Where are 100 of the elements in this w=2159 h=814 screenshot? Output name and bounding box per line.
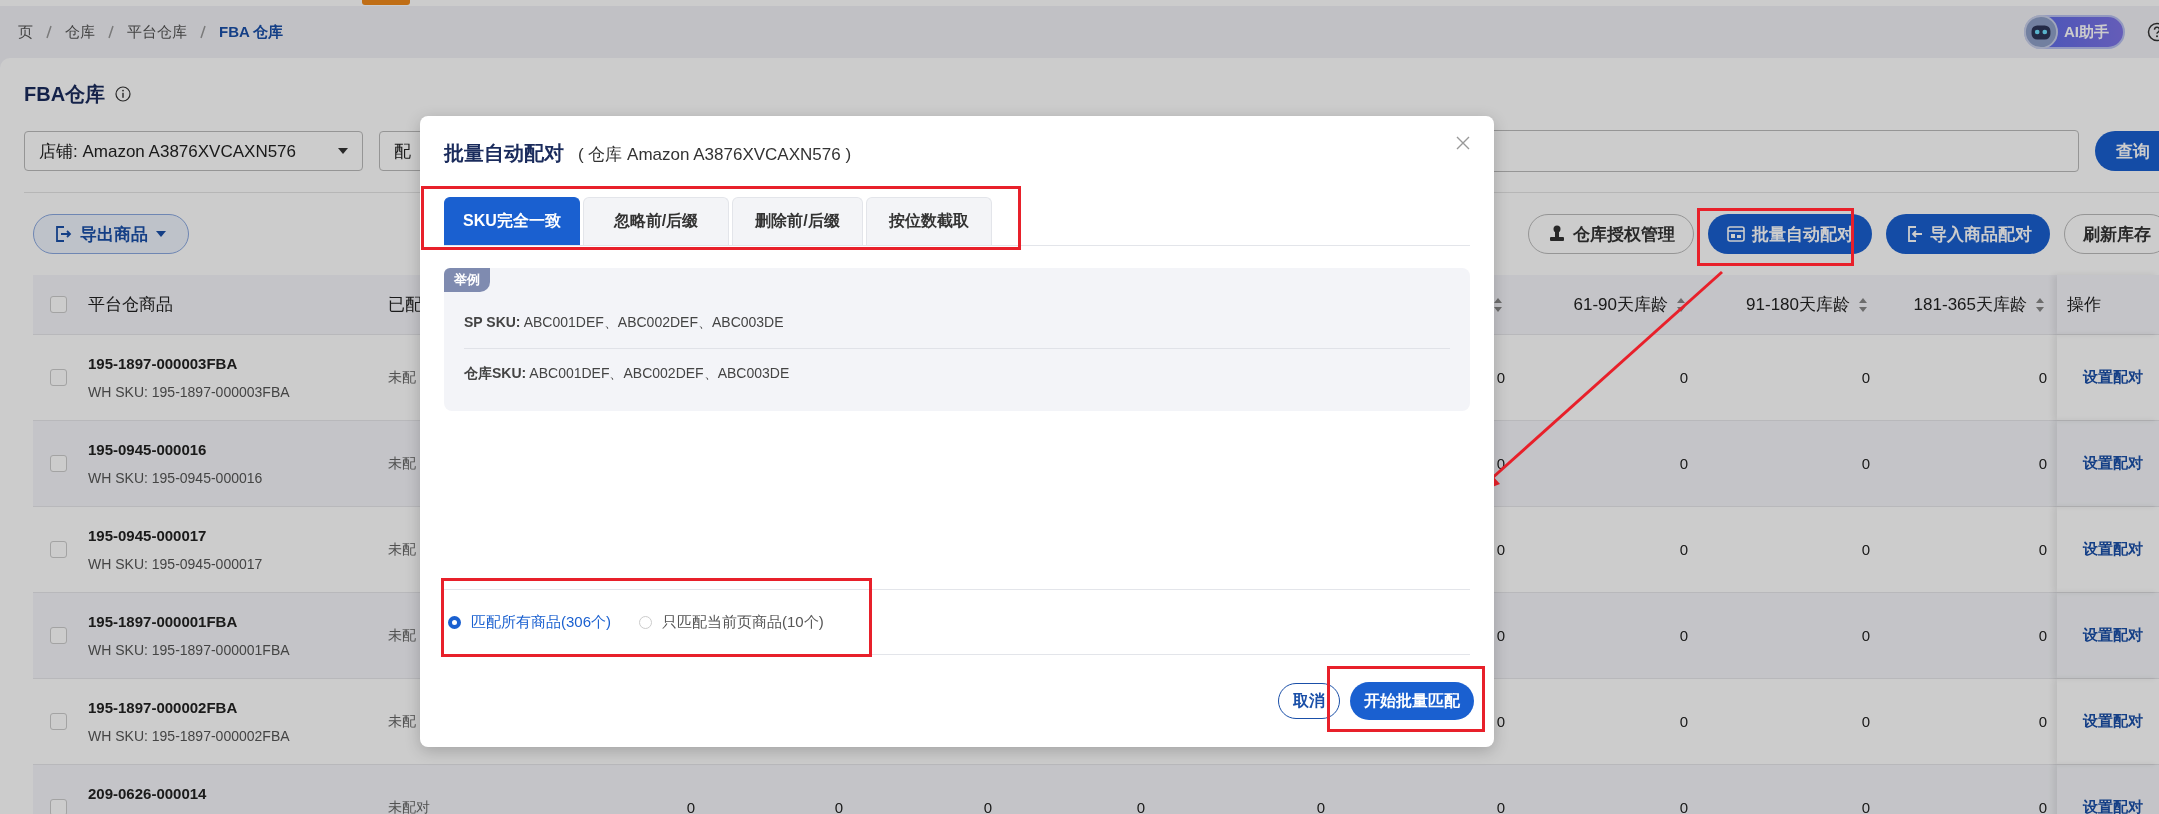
column-header[interactable]: 91-180天库龄 xyxy=(1746,293,1850,316)
set-match-link[interactable]: 设置配对 xyxy=(2083,798,2143,814)
table-cell: 0 xyxy=(1679,799,1688,814)
breadcrumb-item[interactable]: FBA 仓库 xyxy=(219,22,284,42)
store-select[interactable]: 店铺: Amazon A3876XVCAXN576 xyxy=(24,131,363,171)
warehouse-sku: WH SKU: 195-1897-000003FBA xyxy=(88,384,290,400)
warehouse-sku: WH SKU: 195-0945-000016 xyxy=(88,470,263,486)
dialog-title: 批量自动配对 xyxy=(444,141,564,166)
table-cell: 0 xyxy=(1496,369,1505,386)
table-cell: 0 xyxy=(1861,713,1870,730)
product-sku: 195-0945-000017 xyxy=(88,527,207,544)
column-header: 操作 xyxy=(2067,294,2101,316)
cancel-button[interactable]: 取消 xyxy=(1278,683,1340,719)
toolbar-button[interactable]: 刷新库存 xyxy=(2064,214,2159,254)
example-text: SP SKU: ABC001DEF、ABC002DEF、ABC003DE xyxy=(464,314,784,332)
export-button[interactable]: 导出商品 xyxy=(33,214,189,254)
column-header: 平台仓商品 xyxy=(88,294,173,316)
table-cell: 0 xyxy=(1496,713,1505,730)
start-match-button[interactable]: 开始批量匹配 xyxy=(1350,682,1474,720)
breadcrumb-item[interactable]: 仓库 xyxy=(65,22,95,42)
breadcrumb-item[interactable]: 平台仓库 xyxy=(127,22,187,42)
robot-icon xyxy=(2024,15,2058,49)
table-cell: 0 xyxy=(686,799,695,814)
set-match-link[interactable]: 设置配对 xyxy=(2083,540,2143,559)
table-cell: 0 xyxy=(1496,541,1505,558)
product-sku: 195-0945-000016 xyxy=(88,441,207,458)
match-status: 未配 xyxy=(388,368,416,387)
match-status: 未配 xyxy=(388,712,416,731)
warehouse-sku: WH SKU: 195-1897-000002FBA xyxy=(88,728,290,744)
slash-icon xyxy=(199,25,207,39)
table-cell: 0 xyxy=(1861,799,1870,814)
table-cell: 0 xyxy=(983,799,992,814)
table-cell: 0 xyxy=(2038,455,2047,472)
scope-radio[interactable]: 只匹配当前页商品(10个) xyxy=(639,612,824,632)
sort-icon[interactable] xyxy=(1858,296,1868,313)
row-checkbox[interactable] xyxy=(49,799,67,814)
tab-indicator xyxy=(362,0,410,5)
table-cell: 0 xyxy=(1496,627,1505,644)
row-checkbox[interactable] xyxy=(49,369,67,386)
set-match-link[interactable]: 设置配对 xyxy=(2083,712,2143,731)
select-all-checkbox[interactable] xyxy=(49,296,67,313)
row-checkbox[interactable] xyxy=(49,455,67,472)
table-cell: 0 xyxy=(2038,627,2047,644)
set-match-link[interactable]: 设置配对 xyxy=(2083,454,2143,473)
table-cell: 0 xyxy=(1136,799,1145,814)
row-checkbox[interactable] xyxy=(49,713,67,730)
product-sku: 209-0626-000014 xyxy=(88,785,207,802)
table-cell: 0 xyxy=(1496,799,1505,814)
slash-icon xyxy=(107,25,115,39)
set-match-link[interactable]: 设置配对 xyxy=(2083,368,2143,387)
column-header[interactable]: 181-365天库龄 xyxy=(1913,293,2027,316)
table-cell: 0 xyxy=(2038,799,2047,814)
tab[interactable]: SKU完全一致 xyxy=(444,197,580,245)
close-icon[interactable] xyxy=(1456,136,1470,150)
table-cell: 0 xyxy=(1316,799,1325,814)
toolbar-button[interactable]: 导入商品配对 xyxy=(1886,214,2050,254)
tab[interactable]: 删除前/后缀 xyxy=(732,197,863,245)
table-cell: 0 xyxy=(834,799,843,814)
table-cell: 0 xyxy=(2038,541,2047,558)
table-cell: 0 xyxy=(1861,455,1870,472)
warehouse-sku: WH SKU: 195-1897-000001FBA xyxy=(88,642,290,658)
breadcrumb-item[interactable]: 页 xyxy=(18,22,33,42)
table-cell: 0 xyxy=(2038,369,2047,386)
product-sku: 195-1897-000003FBA xyxy=(88,355,238,372)
toolbar-button[interactable]: 批量自动配对 xyxy=(1708,214,1872,254)
slash-icon xyxy=(45,25,53,39)
toolbar-button[interactable]: 仓库授权管理 xyxy=(1528,214,1694,254)
match-status: 未配 xyxy=(388,454,416,473)
assistant-button[interactable]: AI助手 xyxy=(2024,15,2125,49)
match-status: 未配 xyxy=(388,626,416,645)
caret-icon xyxy=(338,148,348,154)
table-cell: 0 xyxy=(1679,627,1688,644)
table-cell: 0 xyxy=(1679,369,1688,386)
scope-radio[interactable]: 匹配所有商品(306个) xyxy=(448,612,612,632)
query-button[interactable]: 查询 xyxy=(2095,131,2159,171)
sort-icon[interactable] xyxy=(2035,296,2045,313)
row-checkbox[interactable] xyxy=(49,627,67,644)
warehouse-sku: WH SKU: 195-0945-000017 xyxy=(88,556,263,572)
table-cell: 0 xyxy=(1679,713,1688,730)
info-icon[interactable] xyxy=(115,86,132,102)
tab[interactable]: 按位数截取 xyxy=(865,197,992,245)
window-icon xyxy=(1726,224,1746,244)
match-status: 未配对 xyxy=(388,798,430,814)
set-match-link[interactable]: 设置配对 xyxy=(2083,626,2143,645)
example-text: 仓库SKU: ABC001DEF、ABC002DEF、ABC003DE xyxy=(464,365,790,383)
table-cell: 0 xyxy=(1861,369,1870,386)
column-header[interactable]: 61-90天库龄 xyxy=(1573,293,1668,316)
match-status: 未配 xyxy=(388,540,416,559)
stamp-icon xyxy=(1547,224,1567,244)
table-cell: 0 xyxy=(1861,541,1870,558)
row-checkbox[interactable] xyxy=(49,541,67,558)
example-tag: 举例 xyxy=(444,268,490,292)
sort-icon[interactable] xyxy=(1676,296,1686,313)
table-cell: 0 xyxy=(1679,541,1688,558)
dialog-subtitle: ( 仓库 Amazon A3876XVCAXN576 ) xyxy=(578,144,852,166)
tab[interactable]: 忽略前/后缀 xyxy=(582,197,730,245)
table-cell: 0 xyxy=(1861,627,1870,644)
caret-icon xyxy=(156,231,166,237)
table-cell: 0 xyxy=(1679,455,1688,472)
product-sku: 195-1897-000002FBA xyxy=(88,699,238,716)
